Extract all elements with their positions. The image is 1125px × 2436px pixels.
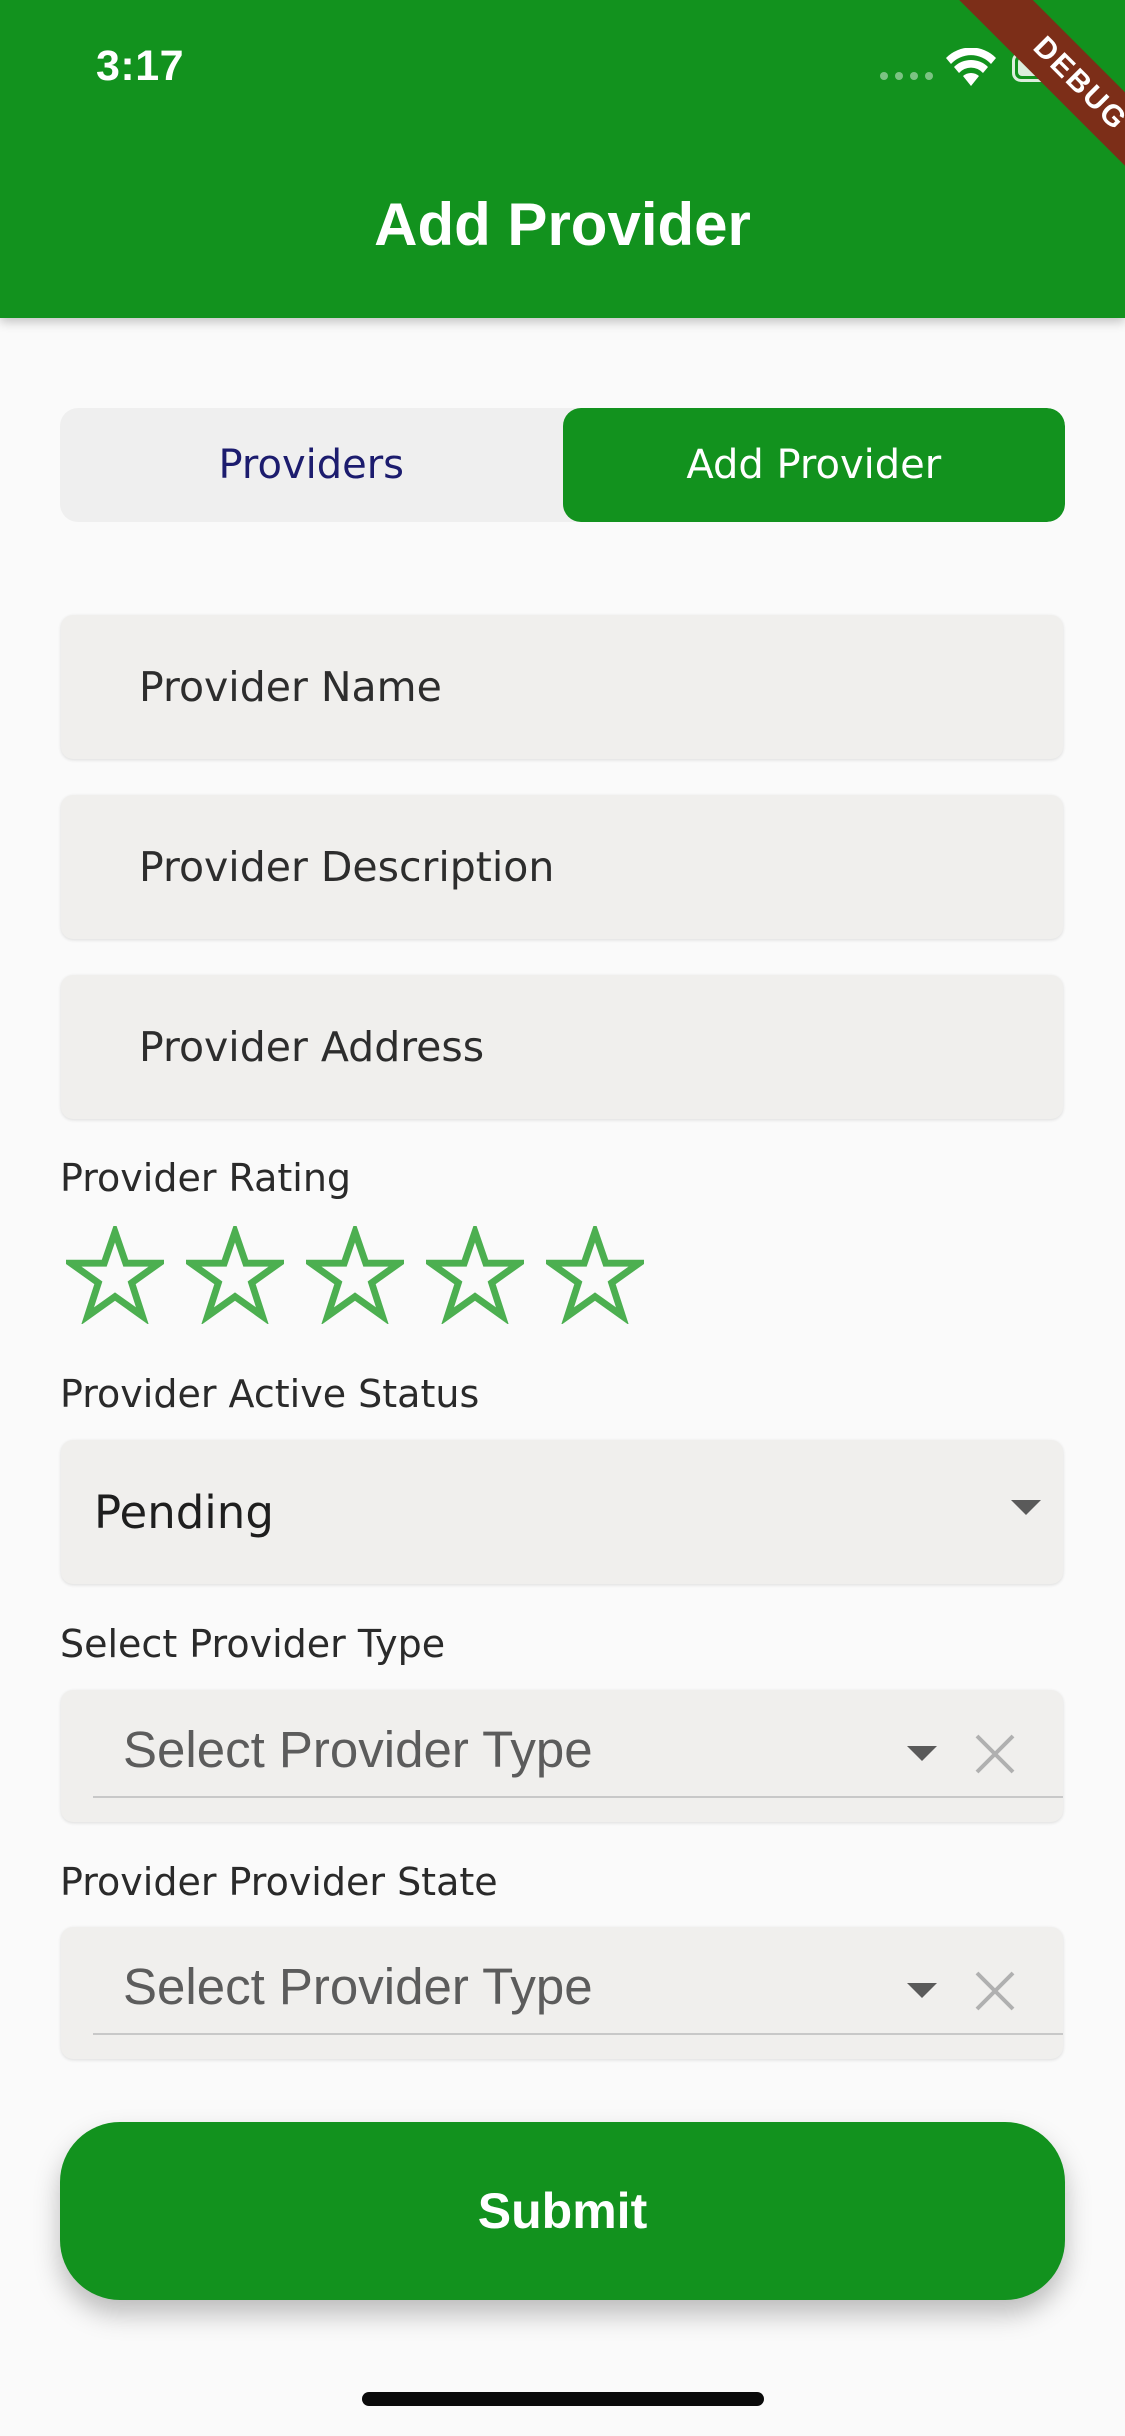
rating-label: Provider Rating bbox=[60, 1156, 352, 1200]
provider-address-input[interactable]: Provider Address bbox=[61, 975, 1063, 1119]
segmented-control: Providers Add Provider bbox=[60, 408, 1065, 522]
home-indicator bbox=[362, 2392, 764, 2406]
dropdown-caret-icon[interactable] bbox=[907, 1983, 937, 1999]
provider-type-label: Select Provider Type bbox=[60, 1622, 446, 1666]
provider-description-placeholder: Provider Description bbox=[139, 843, 555, 891]
star-outline-icon[interactable] bbox=[426, 1226, 524, 1324]
dropdown-underline bbox=[93, 2033, 1063, 2035]
tab-add-provider[interactable]: Add Provider bbox=[562, 408, 1065, 522]
provider-description-input[interactable]: Provider Description bbox=[61, 795, 1063, 939]
dropdown-underline bbox=[93, 1796, 1063, 1798]
rating-stars[interactable] bbox=[66, 1226, 644, 1324]
dropdown-caret-icon[interactable] bbox=[907, 1746, 937, 1762]
app-bar: 3:17 DEBUG Add Provider bbox=[0, 0, 1125, 318]
star-outline-icon[interactable] bbox=[546, 1226, 644, 1324]
star-outline-icon[interactable] bbox=[66, 1226, 164, 1324]
wifi-icon bbox=[946, 48, 996, 86]
cellular-signal-icon bbox=[880, 72, 933, 80]
tab-providers[interactable]: Providers bbox=[60, 408, 563, 522]
active-status-select[interactable]: Pending bbox=[61, 1440, 1063, 1584]
provider-address-placeholder: Provider Address bbox=[139, 1023, 485, 1071]
provider-type-placeholder: Select Provider Type bbox=[123, 1721, 593, 1778]
provider-state-label: Provider Provider State bbox=[60, 1860, 498, 1904]
star-outline-icon[interactable] bbox=[306, 1226, 404, 1324]
submit-button[interactable]: Submit bbox=[60, 2122, 1065, 2300]
status-time: 3:17 bbox=[96, 42, 185, 90]
provider-type-dropdown[interactable]: Select Provider Type bbox=[61, 1690, 1063, 1822]
provider-name-placeholder: Provider Name bbox=[139, 663, 442, 711]
clear-icon[interactable] bbox=[973, 1969, 1017, 2013]
dropdown-caret-icon bbox=[1011, 1500, 1041, 1515]
provider-state-placeholder: Select Provider Type bbox=[123, 1958, 593, 2015]
active-status-label: Provider Active Status bbox=[60, 1372, 480, 1416]
provider-state-dropdown[interactable]: Select Provider Type bbox=[61, 1927, 1063, 2059]
page-title: Add Provider bbox=[374, 191, 751, 258]
clear-icon[interactable] bbox=[973, 1732, 1017, 1776]
debug-banner: DEBUG bbox=[955, 0, 1125, 209]
active-status-value: Pending bbox=[94, 1485, 274, 1539]
provider-name-input[interactable]: Provider Name bbox=[61, 615, 1063, 759]
star-outline-icon[interactable] bbox=[186, 1226, 284, 1324]
